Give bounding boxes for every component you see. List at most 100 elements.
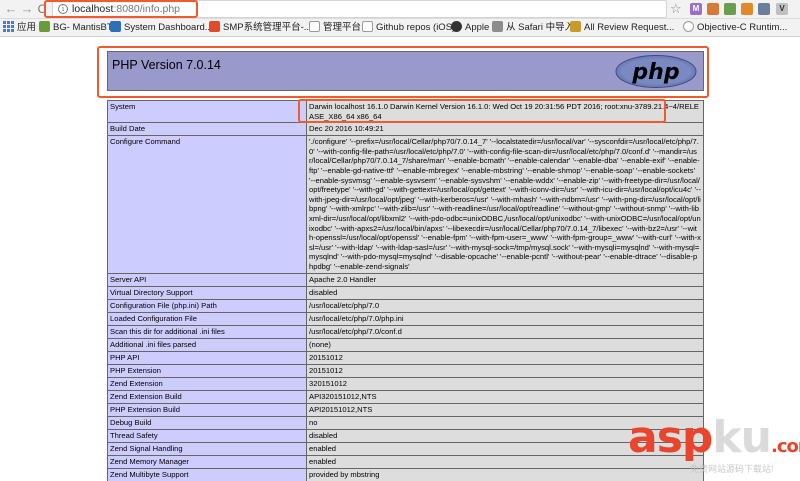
table-row: PHP Extension 20151012 bbox=[107, 363, 704, 378]
browser-window: ← → C i localhost:8080/info.php ☆ M V 应用… bbox=[0, 0, 800, 481]
bookmark-apple[interactable]: Apple bbox=[451, 21, 489, 35]
info-icon[interactable]: i bbox=[58, 4, 68, 14]
bookmark-star-icon[interactable]: ☆ bbox=[670, 1, 682, 17]
info-key-cell: PHP API bbox=[107, 350, 307, 365]
extension-icon[interactable] bbox=[741, 3, 753, 15]
table-row: Configuration File (php.ini) Path/usr/lo… bbox=[107, 298, 704, 313]
table-row: Zend Extension Build API320151012,NTS bbox=[107, 389, 704, 404]
info-value-cell: './configure' '--prefix=/usr/local/Cella… bbox=[306, 135, 704, 274]
table-row: Additional .ini files parsed (none) bbox=[107, 337, 704, 352]
info-value-cell: (none) bbox=[306, 337, 704, 352]
bookmarks-bar: 应用 BG- MantisBT System Dashboard... SMP系… bbox=[0, 19, 800, 37]
info-key-cell: Zend Memory Manager bbox=[107, 454, 307, 469]
bookmark-label: Objective-C Runtim... bbox=[697, 22, 788, 33]
bookmark-label: All Review Request... bbox=[584, 22, 675, 33]
info-key-cell: Configuration File (php.ini) Path bbox=[107, 298, 307, 313]
info-value-cell: /usr/local/etc/php/7.0 bbox=[306, 298, 704, 313]
document-icon bbox=[362, 21, 373, 32]
table-row: Virtual Directory Support disabled bbox=[107, 285, 704, 300]
info-key-cell: PHP Extension Build bbox=[107, 402, 307, 417]
browser-toolbar: ← → C i localhost:8080/info.php ☆ M V bbox=[0, 0, 800, 19]
bookmark-label: 从 Safari 中导入 bbox=[506, 22, 575, 33]
apple-icon bbox=[451, 21, 462, 32]
bookmark-system-dashboard[interactable]: System Dashboard... bbox=[110, 21, 213, 35]
extension-icon[interactable]: M bbox=[690, 3, 702, 15]
address-bar[interactable]: i localhost:8080/info.php bbox=[52, 0, 667, 18]
info-value-cell: API320151012,NTS bbox=[306, 389, 704, 404]
review-icon bbox=[570, 21, 581, 32]
info-value-cell: /usr/local/etc/php/7.0/conf.d bbox=[306, 324, 704, 339]
php-info-table: System Darwin localhost 16.1.0 Darwin Ker… bbox=[107, 99, 704, 481]
info-value-cell: 20151012 bbox=[306, 363, 704, 378]
info-key-cell: System bbox=[107, 99, 307, 124]
bookmark-label: 应用 bbox=[17, 22, 37, 33]
bookmark-label: SMP系统管理平台-... bbox=[223, 22, 312, 33]
bookmark-admin-platform[interactable]: 管理平台 bbox=[309, 21, 361, 35]
table-row: Zend Memory Manager enabled bbox=[107, 454, 704, 469]
table-row: Scan this dir for additional .ini files /… bbox=[107, 324, 704, 339]
table-row: Build Date Dec 20 2016 10:49:21 bbox=[107, 122, 704, 137]
info-key-cell: Zend Extension bbox=[107, 376, 307, 391]
bookmark-label: Apple bbox=[465, 22, 490, 33]
info-key-cell: Thread Safety bbox=[107, 428, 307, 443]
page-title: PHP Version 7.0.14 bbox=[112, 58, 221, 72]
bookmark-label: 管理平台 bbox=[323, 22, 362, 33]
table-row: Zend Signal Handling enabled bbox=[107, 441, 704, 456]
table-row: Loaded Configuration File/usr/local/etc/… bbox=[107, 311, 704, 326]
info-key-cell: Server API bbox=[107, 272, 307, 287]
extension-icon[interactable] bbox=[707, 3, 719, 15]
table-row: Zend Multibyte Support provided by mbstri… bbox=[107, 467, 704, 481]
info-key-cell: PHP Extension bbox=[107, 363, 307, 378]
bookmark-smp[interactable]: SMP系统管理平台-... bbox=[209, 21, 312, 35]
extension-icon[interactable] bbox=[724, 3, 736, 15]
info-value-cell: enabled bbox=[306, 454, 704, 469]
bookmark-github-repos[interactable]: Github repos (iOS) bbox=[362, 21, 455, 35]
extension-icon[interactable] bbox=[758, 3, 770, 15]
bookmark-review-requests[interactable]: All Review Request... bbox=[570, 21, 674, 35]
bookmark-apps[interactable]: 应用 bbox=[3, 21, 36, 35]
table-row: Debug Build no bbox=[107, 415, 704, 430]
url-text[interactable]: localhost:8080/info.php bbox=[72, 3, 180, 15]
info-key-cell: Zend Multibyte Support bbox=[107, 467, 307, 481]
jira-icon bbox=[110, 21, 121, 32]
info-value-cell: Darwin localhost 16.1.0 Darwin Kernel Ve… bbox=[306, 99, 704, 124]
info-value-cell: /usr/local/etc/php/7.0/php.ini bbox=[306, 311, 704, 326]
extension-icon[interactable]: V bbox=[776, 3, 788, 15]
info-value-cell: enabled bbox=[306, 441, 704, 456]
info-key-cell: Loaded Configuration File bbox=[107, 311, 307, 326]
table-row: PHP API 20151012 bbox=[107, 350, 704, 365]
info-value-cell: Apache 2.0 Handler bbox=[306, 272, 704, 287]
bookmark-mantisbt[interactable]: BG- MantisBT bbox=[39, 21, 113, 35]
info-key-cell: Build Date bbox=[107, 122, 307, 137]
document-icon bbox=[309, 21, 320, 32]
php-logo-icon: php bbox=[615, 55, 697, 88]
table-row: System Darwin localhost 16.1.0 Darwin Ker… bbox=[107, 99, 704, 124]
url-host: localhost bbox=[72, 3, 114, 15]
info-key-cell: Zend Extension Build bbox=[107, 389, 307, 404]
info-value-cell: disabled bbox=[306, 428, 704, 443]
table-row: Thread Safety disabled bbox=[107, 428, 704, 443]
info-value-cell: 20151012 bbox=[306, 350, 704, 365]
info-value-cell: disabled bbox=[306, 285, 704, 300]
bookmark-label: Github repos (iOS) bbox=[376, 22, 456, 33]
table-row: Configure Command './configure' '--prefix… bbox=[107, 135, 704, 274]
url-path: :8080/info.php bbox=[113, 3, 181, 15]
bookmark-safari-import[interactable]: 从 Safari 中导入 bbox=[492, 21, 574, 35]
mantis-icon bbox=[39, 21, 50, 32]
info-key-cell: Scan this dir for additional .ini files bbox=[107, 324, 307, 339]
info-value-cell: Dec 20 2016 10:49:21 bbox=[306, 122, 704, 137]
apps-grid-icon bbox=[3, 21, 14, 32]
bookmark-label: System Dashboard... bbox=[124, 22, 213, 33]
reload-icon[interactable]: C bbox=[35, 1, 49, 17]
globe-icon bbox=[683, 21, 694, 32]
info-key-cell: Additional .ini files parsed bbox=[107, 337, 307, 352]
php-header-banner: PHP Version 7.0.14 php bbox=[107, 51, 704, 91]
forward-arrow-icon[interactable]: → bbox=[20, 1, 34, 17]
page-content: PHP Version 7.0.14 php System Darwin loca… bbox=[0, 38, 800, 481]
bookmark-objc-runtime[interactable]: Objective-C Runtim... bbox=[683, 21, 787, 35]
bookmark-label: BG- MantisBT bbox=[53, 22, 113, 33]
info-value-cell: API20151012,NTS bbox=[306, 402, 704, 417]
back-arrow-icon[interactable]: ← bbox=[4, 1, 18, 17]
info-value-cell: no bbox=[306, 415, 704, 430]
info-key-cell: Zend Signal Handling bbox=[107, 441, 307, 456]
